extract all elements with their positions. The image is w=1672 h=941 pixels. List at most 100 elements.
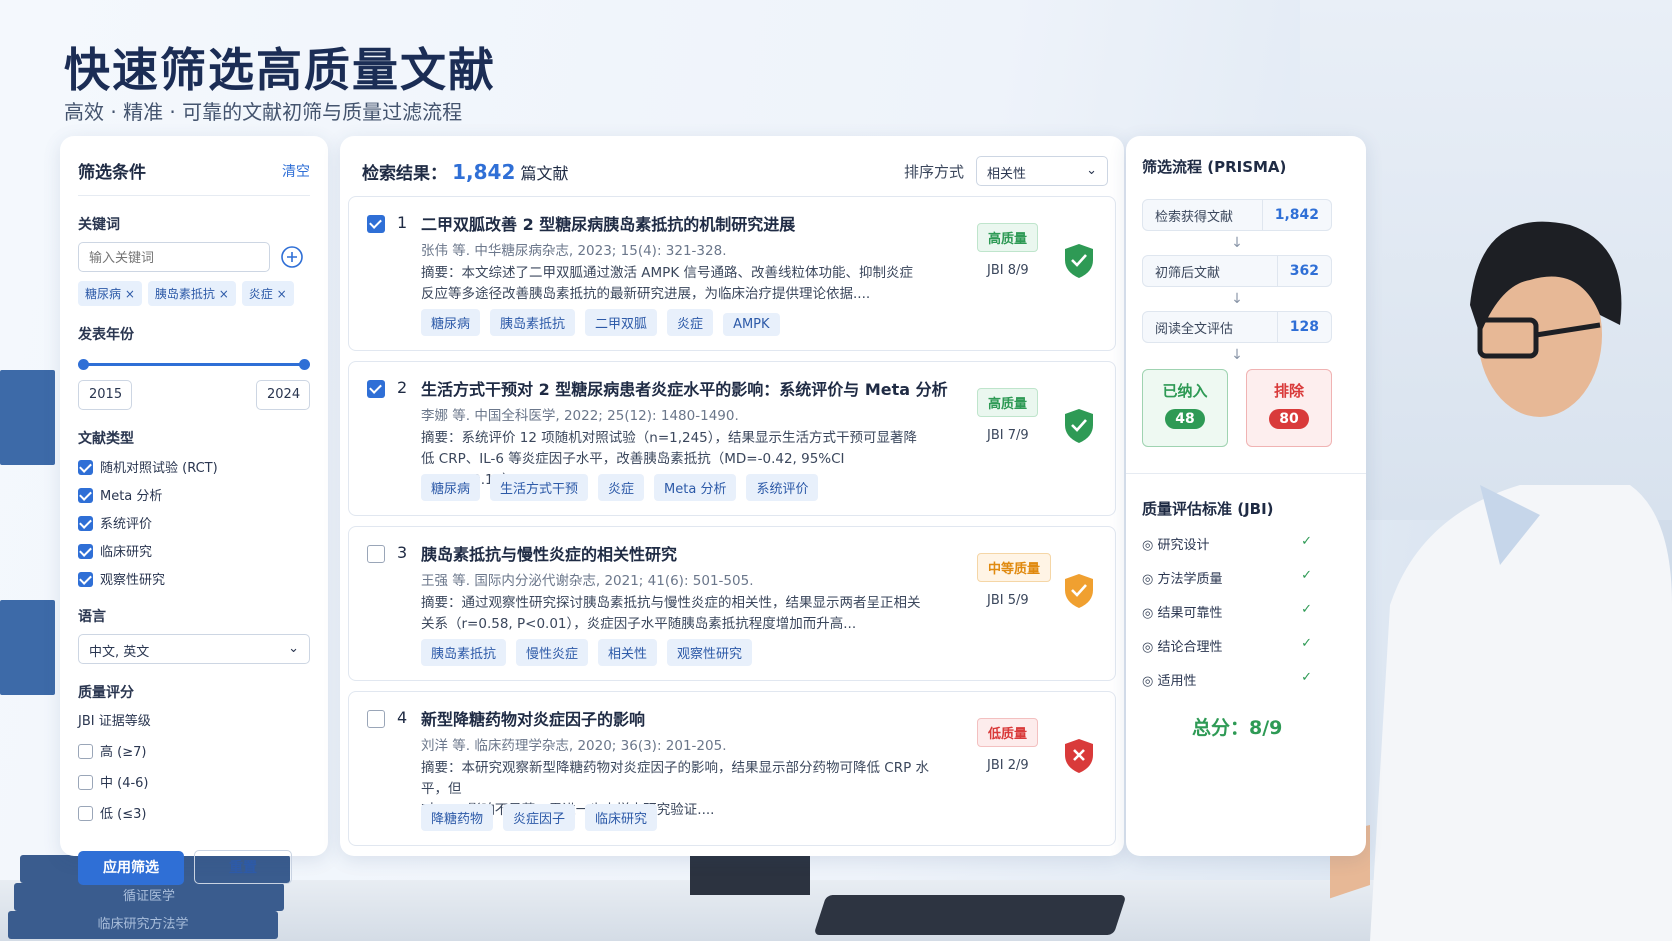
year-slider[interactable] <box>78 354 310 376</box>
type-option[interactable]: 随机对照试验 (RCT) <box>78 457 310 476</box>
checkbox-icon[interactable] <box>78 460 93 475</box>
grade-option[interactable]: 高 (≥7) <box>78 741 310 760</box>
result-tags: 降糖药物 炎症因子 临床研究 <box>421 804 667 831</box>
jbi-criterion: ◎ 适用性 ✓ <box>1142 670 1312 689</box>
keyword-chip[interactable]: 糖尿病 × <box>78 281 142 306</box>
shield-check-icon <box>1065 409 1093 443</box>
result-tag[interactable]: 胰岛素抵抗 <box>421 639 507 666</box>
slider-handle-max[interactable] <box>299 359 310 370</box>
bookshelf-left <box>0 370 55 465</box>
result-item[interactable]: 1 二甲双胍改善 2 型糖尿病胰岛素抵抗的机制研究进展 张伟 等. 中华糖尿病杂… <box>348 196 1116 351</box>
year-label: 发表年份 <box>78 327 134 343</box>
type-option[interactable]: Meta 分析 <box>78 485 310 504</box>
check-icon: ✓ <box>1301 568 1312 583</box>
results-count: 1,842 <box>452 159 516 184</box>
result-tag[interactable]: 系统评价 <box>746 474 819 501</box>
result-title[interactable]: 新型降糖药物对炎症因子的影响 <box>421 706 645 730</box>
type-label: 文献类型 <box>78 431 134 447</box>
check-circle-icon: ◎ <box>1142 572 1154 587</box>
result-item[interactable]: 4 新型降糖药物对炎症因子的影响 刘洋 等. 临床药理学杂志, 2020; 36… <box>348 691 1116 846</box>
reset-button[interactable]: 重置 <box>194 850 292 884</box>
jbi-score: JBI 2/9 <box>987 758 1029 773</box>
result-title[interactable]: 胰岛素抵抗与慢性炎症的相关性研究 <box>421 541 677 565</box>
check-circle-icon: ◎ <box>1142 674 1154 689</box>
filter-panel-title: 筛选条件 <box>78 163 146 183</box>
quality-badge: 中等质量 <box>977 553 1052 582</box>
keyword-chips: 糖尿病 × 胰岛素抵抗 × 炎症 × <box>78 281 310 306</box>
result-checkbox[interactable] <box>367 710 385 728</box>
keyword-input[interactable] <box>78 242 270 272</box>
result-number: 1 <box>397 213 408 232</box>
result-checkbox[interactable] <box>367 380 385 398</box>
result-tag[interactable]: 炎症因子 <box>503 804 576 831</box>
check-circle-icon: ◎ <box>1142 538 1154 553</box>
language-select[interactable]: 中文, 英文 ⌄ <box>78 634 310 664</box>
result-tag[interactable]: 胰岛素抵抗 <box>490 309 576 336</box>
year-from-field[interactable]: 2015 <box>78 380 132 410</box>
result-tag[interactable]: 糖尿病 <box>421 309 481 336</box>
checkbox-icon[interactable] <box>78 544 93 559</box>
add-keyword-icon[interactable] <box>280 245 304 269</box>
jbi-score: JBI 7/9 <box>987 428 1029 443</box>
result-abstract: 摘要：本文综述了二甲双胍通过激活 AMPK 信号通路、改善线粒体功能、抑制炎症反… <box>421 265 913 302</box>
type-option[interactable]: 临床研究 <box>78 541 310 560</box>
type-option[interactable]: 系统评价 <box>78 513 310 532</box>
check-icon: ✓ <box>1301 670 1312 685</box>
result-checkbox[interactable] <box>367 545 385 563</box>
check-circle-icon: ◎ <box>1142 606 1154 621</box>
type-option[interactable]: 观察性研究 <box>78 569 310 588</box>
results-label: 检索结果： <box>362 163 447 184</box>
checkbox-icon[interactable] <box>78 516 93 531</box>
sort-select[interactable]: 相关性 ⌄ <box>976 156 1108 186</box>
checkbox-icon[interactable] <box>78 744 93 759</box>
check-icon: ✓ <box>1301 636 1312 651</box>
result-item[interactable]: 3 胰岛素抵抗与慢性炎症的相关性研究 王强 等. 国际内分泌代谢杂志, 2021… <box>348 526 1116 681</box>
grade-option[interactable]: 低 (≤3) <box>78 803 310 822</box>
checkbox-icon[interactable] <box>78 775 93 790</box>
result-tag[interactable]: 相关性 <box>598 639 658 666</box>
quality-badge: 低质量 <box>977 718 1039 747</box>
book-2: 循证医学 <box>14 883 284 911</box>
result-tag[interactable]: AMPK <box>723 313 780 336</box>
sort-label: 排序方式 <box>903 162 964 181</box>
result-meta: 刘洋 等. 临床药理学杂志, 2020; 36(3): 201-205. <box>421 738 727 754</box>
checkbox-icon[interactable] <box>78 806 93 821</box>
result-tag[interactable]: Meta 分析 <box>654 474 737 501</box>
apply-filter-button[interactable]: 应用筛选 <box>78 851 184 885</box>
result-list: 1 二甲双胍改善 2 型糖尿病胰岛素抵抗的机制研究进展 张伟 等. 中华糖尿病杂… <box>348 196 1116 846</box>
result-tag[interactable]: 糖尿病 <box>421 474 481 501</box>
result-checkbox[interactable] <box>367 215 385 233</box>
total-score: 总分：8/9 <box>1192 717 1283 739</box>
prisma-step: 初筛后文献 362 <box>1142 255 1332 287</box>
slider-handle-min[interactable] <box>78 359 89 370</box>
result-tag[interactable]: 临床研究 <box>585 804 658 831</box>
clear-button[interactable]: 清空 <box>282 161 310 181</box>
jbi-criterion: ◎ 研究设计 ✓ <box>1142 534 1312 553</box>
grade-option[interactable]: 中 (4-6) <box>78 772 310 791</box>
result-title[interactable]: 二甲双胍改善 2 型糖尿病胰岛素抵抗的机制研究进展 <box>421 211 795 235</box>
result-title[interactable]: 生活方式干预对 2 型糖尿病患者炎症水平的影响：系统评价与 Meta 分析 <box>421 376 948 400</box>
page-subtitle: 高效 · 精准 · 可靠的文献初筛与质量过滤流程 <box>64 100 463 124</box>
keyword-chip[interactable]: 炎症 × <box>241 281 294 306</box>
result-tag[interactable]: 观察性研究 <box>667 639 753 666</box>
filter-panel: 筛选条件 清空 关键词 糖尿病 ×胰岛素抵抗 ×炎症 × 发表年份 2015 2… <box>60 136 328 885</box>
result-tag[interactable]: 炎症 <box>667 309 714 336</box>
year-to-field[interactable]: 2024 <box>256 380 310 410</box>
included-count: 48 <box>1165 409 1205 429</box>
shield-check-icon <box>1065 574 1093 608</box>
check-circle-icon: ◎ <box>1142 640 1154 655</box>
checkbox-icon[interactable] <box>78 488 93 503</box>
result-tag[interactable]: 炎症 <box>598 474 645 501</box>
prisma-panel: 筛选流程 (PRISMA) 检索获得文献 1,842 ↓ 初筛后文献 362 ↓ 阅… <box>1126 136 1366 856</box>
result-tag[interactable]: 降糖药物 <box>421 804 494 831</box>
results-panel: 检索结果： 1,842 篇文献 排序方式 相关性 ⌄ 1 二甲双胍改善 2 型糖尿… <box>340 136 1124 856</box>
quality-label: 质量评分 <box>78 685 134 701</box>
result-tag[interactable]: 二甲双胍 <box>585 309 658 336</box>
result-tag[interactable]: 慢性炎症 <box>516 639 589 666</box>
result-tag[interactable]: 生活方式干预 <box>490 474 589 501</box>
quality-badge: 高质量 <box>977 223 1039 252</box>
checkbox-icon[interactable] <box>78 572 93 587</box>
book-3: 临床研究方法学 <box>8 911 278 939</box>
result-item[interactable]: 2 生活方式干预对 2 型糖尿病患者炎症水平的影响：系统评价与 Meta 分析 … <box>348 361 1116 516</box>
keyword-chip[interactable]: 胰岛素抵抗 × <box>147 281 236 306</box>
